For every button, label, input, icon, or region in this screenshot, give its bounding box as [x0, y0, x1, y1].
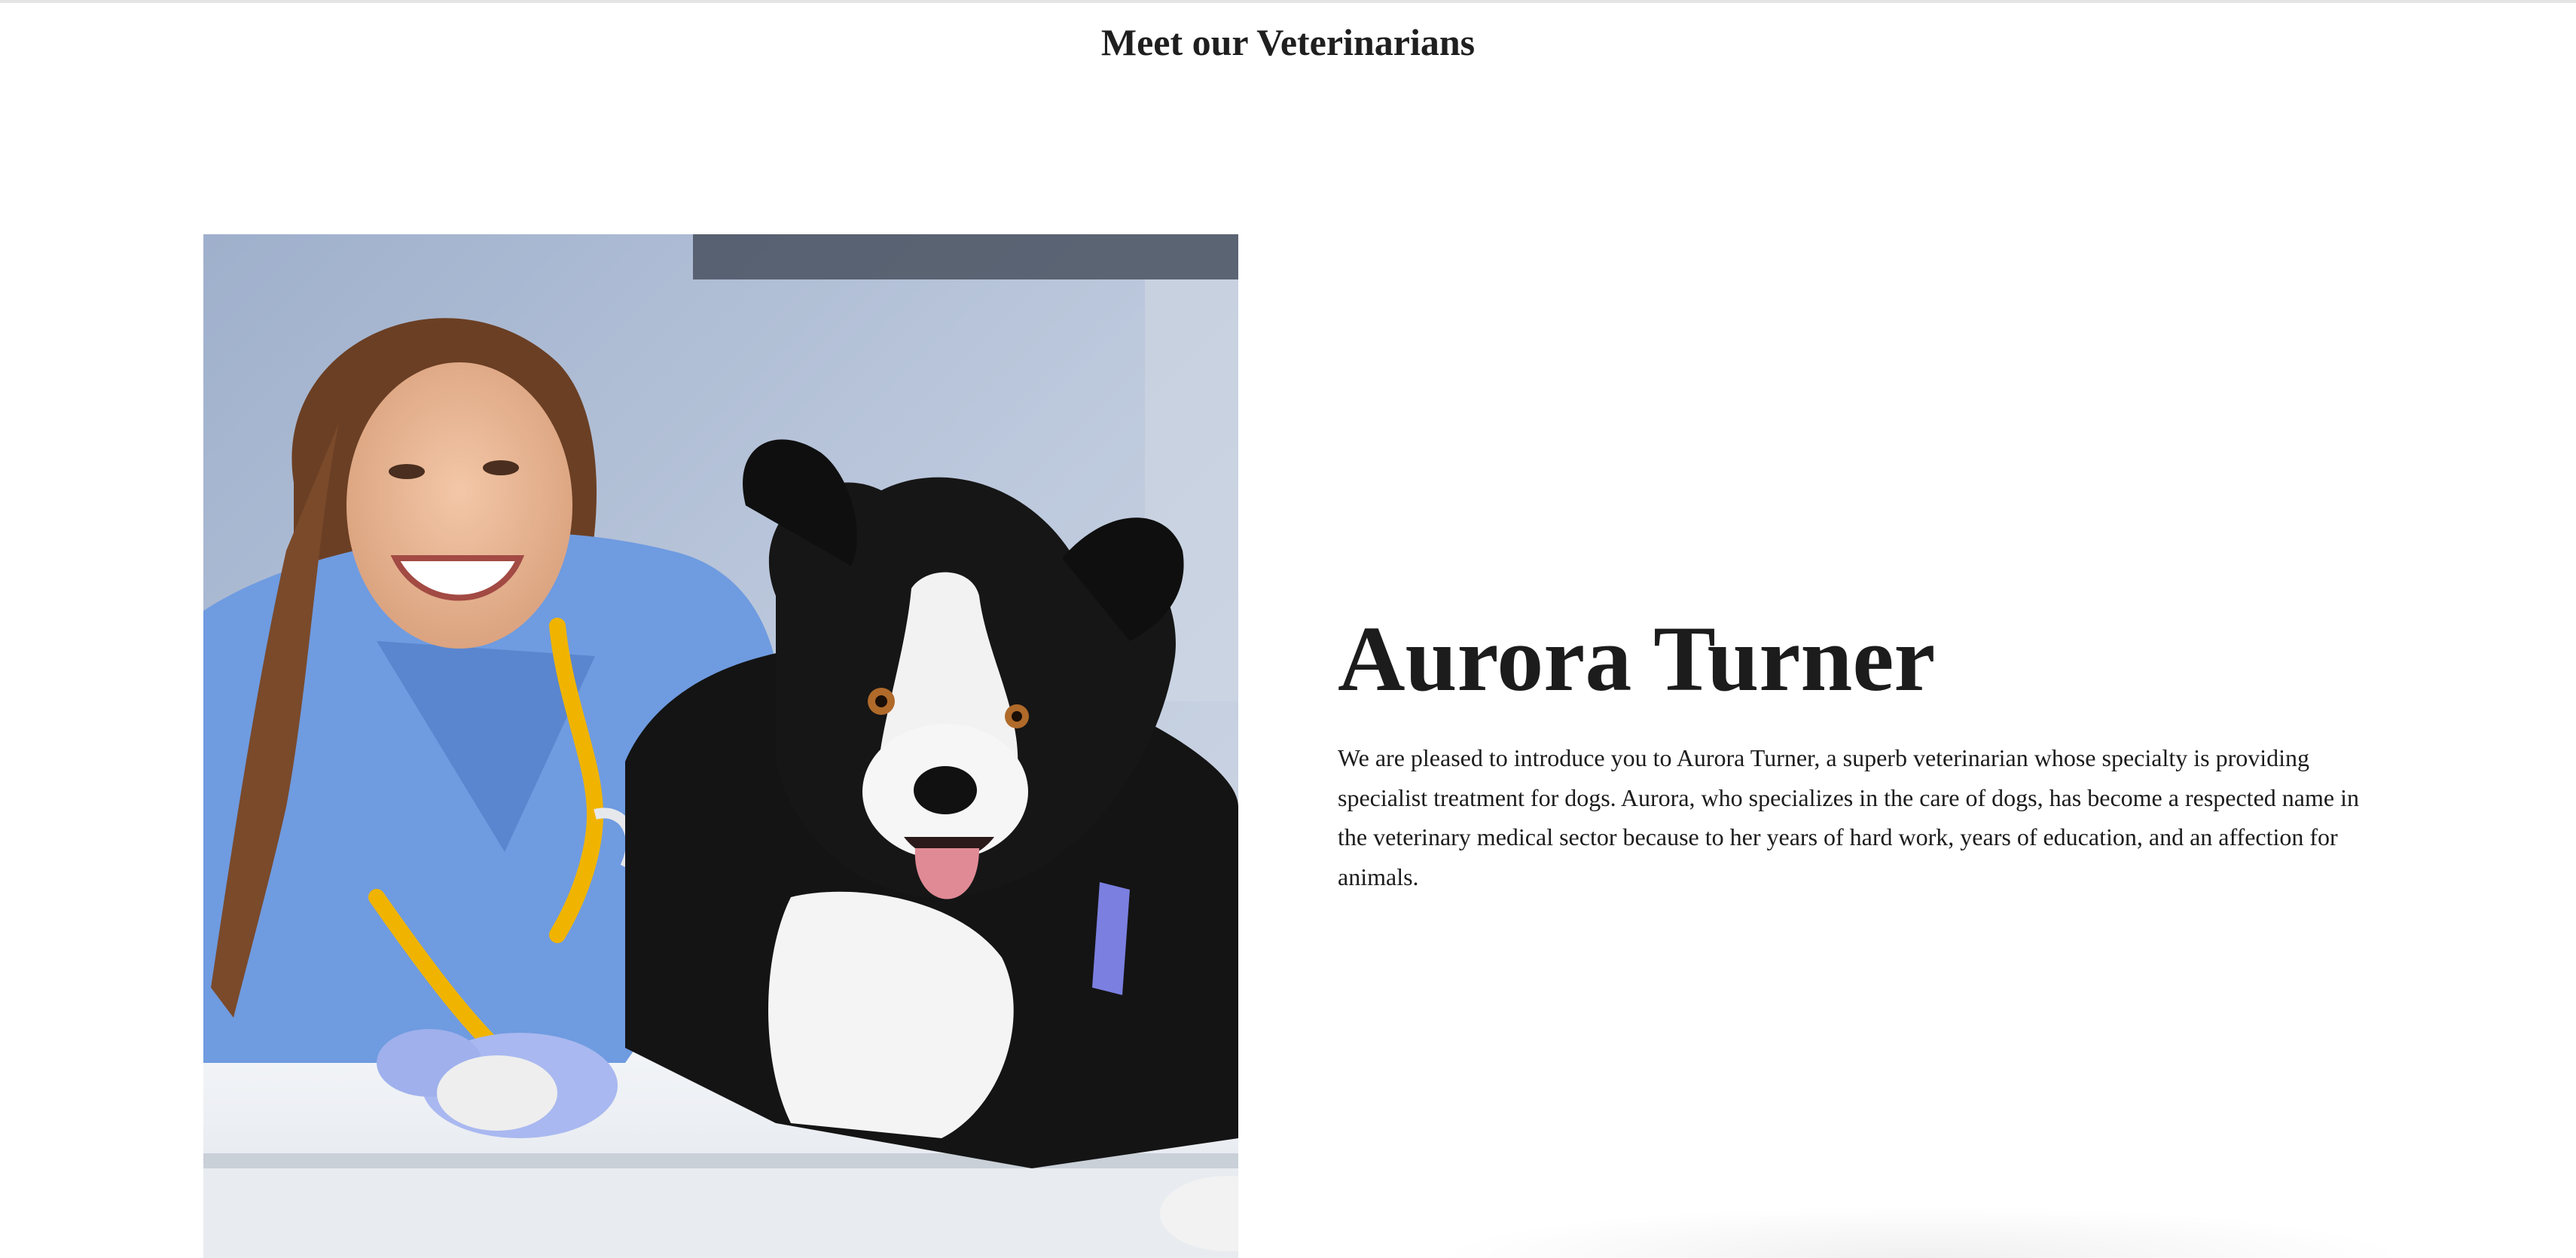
- veterinarian-photo: [203, 234, 1238, 1258]
- top-divider: [0, 0, 2576, 3]
- section-heading: Meet our Veterinarians: [1100, 21, 1476, 63]
- veterinarian-name: Aurora Turner: [1338, 607, 1936, 710]
- decorative-shadow: [1431, 1205, 2410, 1258]
- veterinarian-bio: We are pleased to introduce you to Auror…: [1338, 744, 2359, 890]
- veterinarian-info: Aurora Turner We are pleased to introduc…: [1338, 603, 2392, 896]
